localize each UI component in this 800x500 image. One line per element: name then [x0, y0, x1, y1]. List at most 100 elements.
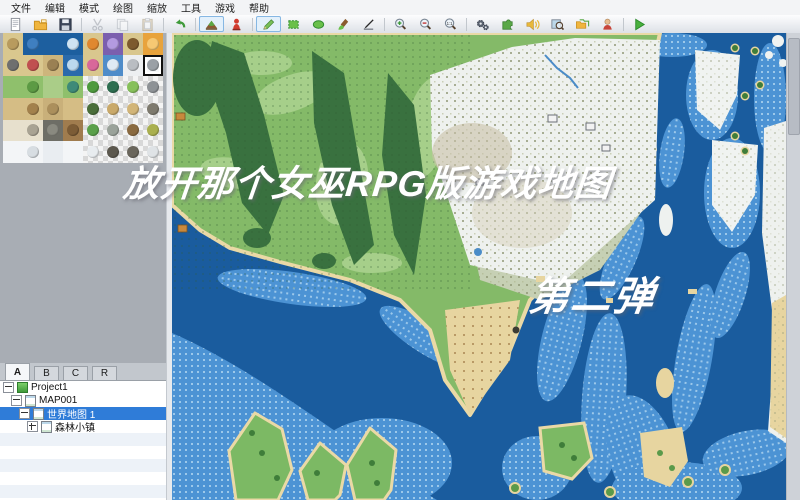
sound-test-button[interactable] — [520, 16, 545, 32]
toolbar-separator — [81, 17, 82, 31]
palette-tab-a[interactable]: A — [5, 363, 30, 380]
palette-tile-45[interactable] — [103, 141, 123, 163]
menu-item-6[interactable]: 工具 — [174, 0, 208, 16]
tree-item-label: 森林小镇 — [55, 423, 95, 434]
tree-empty-row — [0, 446, 166, 459]
zoom-in-button[interactable] — [388, 16, 413, 32]
palette-tile-17[interactable] — [23, 76, 43, 98]
palette-tile-9[interactable] — [23, 54, 43, 77]
palette-tile-1[interactable] — [23, 33, 43, 55]
palette-tile-24[interactable] — [3, 97, 23, 120]
palette-tile-23[interactable] — [143, 76, 163, 98]
ellipse-tool-button[interactable] — [306, 16, 331, 32]
cut-button[interactable] — [85, 16, 110, 32]
palette-tab-r[interactable]: R — [92, 366, 117, 380]
palette-tile-6[interactable] — [123, 33, 143, 55]
palette-tile-26[interactable] — [43, 97, 63, 120]
open-project-button[interactable] — [28, 16, 53, 32]
palette-tile-28[interactable] — [83, 97, 103, 120]
resource-manager-button[interactable] — [570, 16, 595, 32]
event-search-button[interactable] — [545, 16, 570, 32]
event-mode-button[interactable] — [224, 16, 249, 32]
map-canvas[interactable] — [170, 31, 792, 500]
palette-tile-16[interactable] — [3, 76, 23, 98]
palette-tile-39[interactable] — [143, 119, 163, 142]
tree-item-1[interactable]: Project1 — [0, 381, 166, 394]
palette-tile-33[interactable] — [23, 119, 43, 142]
menu-item-3[interactable]: 模式 — [72, 0, 106, 16]
expander-minus-icon[interactable] — [11, 395, 22, 406]
palette-tile-3[interactable] — [63, 33, 83, 55]
zoom-out-button[interactable] — [413, 16, 438, 32]
palette-tile-15[interactable] — [143, 54, 163, 77]
menu-item-2[interactable]: 编辑 — [38, 0, 72, 16]
palette-tile-36[interactable] — [83, 119, 103, 142]
palette-tile-22[interactable] — [123, 76, 143, 98]
palette-tile-10[interactable] — [43, 54, 63, 77]
flood-fill-tool-button[interactable] — [331, 16, 356, 32]
character-generator-button[interactable] — [595, 16, 620, 32]
paste-button[interactable] — [135, 16, 160, 32]
menu-item-1[interactable]: 文件 — [4, 0, 38, 16]
palette-tile-7[interactable] — [143, 33, 163, 55]
palette-tile-43[interactable] — [63, 141, 83, 163]
menu-item-7[interactable]: 游戏 — [208, 0, 242, 16]
tile-glyph — [67, 81, 79, 94]
pencil-tool-button[interactable] — [256, 16, 281, 32]
shadow-pen-tool-button[interactable] — [356, 16, 381, 32]
map-vertical-scrollbar[interactable] — [786, 33, 800, 500]
copy-button[interactable] — [110, 16, 135, 32]
palette-tile-13[interactable] — [103, 54, 123, 77]
menu-item-4[interactable]: 绘图 — [106, 0, 140, 16]
expander-minus-icon[interactable] — [3, 382, 14, 393]
menu-item-8[interactable]: 帮助 — [242, 0, 276, 16]
save-project-button[interactable] — [53, 16, 78, 32]
palette-tile-35[interactable] — [63, 119, 83, 142]
rectangle-tool-button[interactable] — [281, 16, 306, 32]
palette-tile-0[interactable] — [3, 33, 23, 55]
palette-tile-5[interactable] — [103, 33, 123, 55]
undo-button[interactable] — [167, 16, 192, 32]
expander-plus-icon[interactable] — [27, 421, 38, 432]
palette-tile-12[interactable] — [83, 54, 103, 77]
map-mode-button[interactable] — [199, 16, 224, 32]
palette-tile-46[interactable] — [123, 141, 143, 163]
palette-tile-27[interactable] — [63, 97, 83, 120]
materials-button[interactable] — [495, 16, 520, 32]
menu-item-5[interactable]: 缩放 — [140, 0, 174, 16]
palette-tile-30[interactable] — [123, 97, 143, 120]
palette-tile-21[interactable] — [103, 76, 123, 98]
palette-tile-42[interactable] — [43, 141, 63, 163]
scrollbar-thumb[interactable] — [788, 38, 800, 135]
palette-tile-29[interactable] — [103, 97, 123, 120]
palette-tile-31[interactable] — [143, 97, 163, 120]
expander-minus-icon[interactable] — [19, 408, 30, 419]
palette-tile-14[interactable] — [123, 54, 143, 77]
tree-item-4[interactable]: 森林小镇 — [0, 420, 166, 434]
palette-tile-44[interactable] — [83, 141, 103, 163]
palette-tile-25[interactable] — [23, 97, 43, 120]
palette-tile-40[interactable] — [3, 141, 23, 163]
palette-tab-b[interactable]: B — [34, 366, 59, 380]
palette-tile-8[interactable] — [3, 54, 23, 77]
palette-tile-20[interactable] — [83, 76, 103, 98]
new-map-button[interactable] — [3, 16, 28, 32]
palette-tile-38[interactable] — [123, 119, 143, 142]
playtest-button[interactable] — [627, 16, 652, 32]
palette-tile-11[interactable] — [63, 54, 83, 77]
palette-tile-32[interactable] — [3, 119, 23, 142]
zoom-actual-size-button[interactable]: 1:1 — [438, 16, 463, 32]
palette-tile-19[interactable] — [63, 76, 83, 98]
tile-glyph — [107, 146, 119, 159]
palette-tile-41[interactable] — [23, 141, 43, 163]
palette-tile-37[interactable] — [103, 119, 123, 142]
tile-glyph — [87, 37, 99, 50]
palette-tile-2[interactable] — [43, 33, 63, 55]
tile-glyph — [67, 37, 79, 50]
palette-tile-34[interactable] — [43, 119, 63, 142]
palette-tile-4[interactable] — [83, 33, 103, 55]
palette-tab-c[interactable]: C — [63, 366, 88, 380]
palette-tile-47[interactable] — [143, 141, 163, 163]
database-button[interactable] — [470, 16, 495, 32]
palette-tile-18[interactable] — [43, 76, 63, 98]
